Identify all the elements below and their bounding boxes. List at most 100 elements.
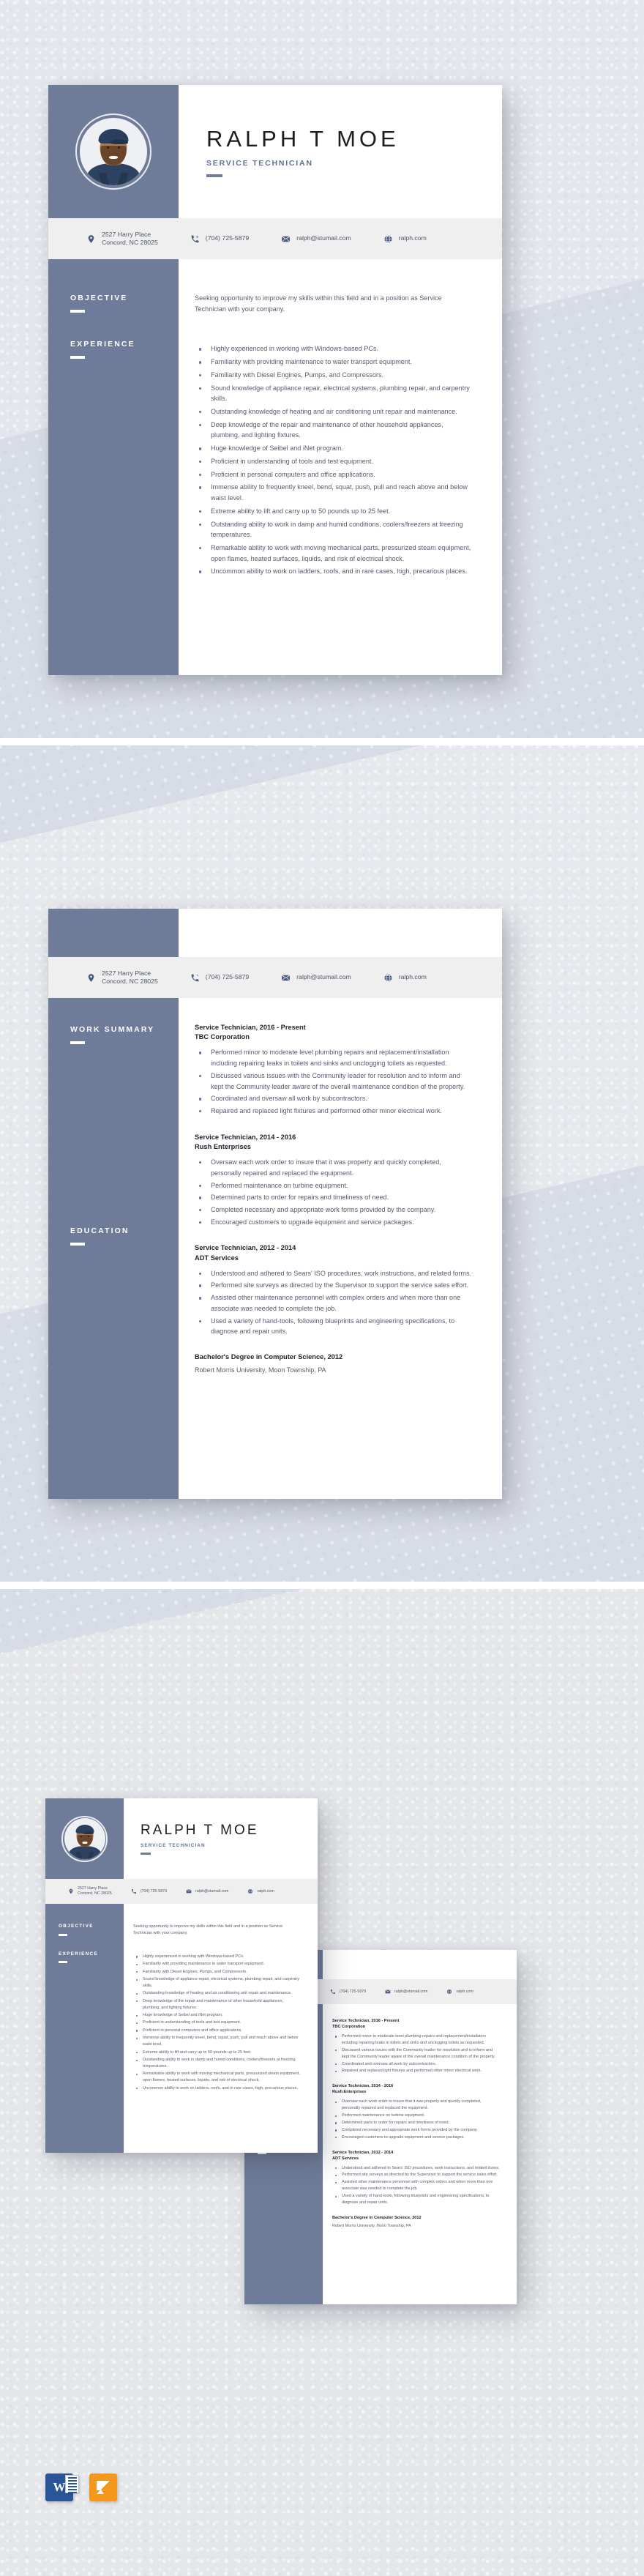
- contact-address-text: 2527 Harry Place Concord, NC 28025: [102, 969, 158, 986]
- list-item: Sound knowledge of appliance repair, ele…: [133, 1976, 302, 1989]
- experience-bullet-list: Highly experienced in working with Windo…: [195, 343, 473, 577]
- address-line-1: 2527 Harry Place: [102, 969, 151, 977]
- contact-website-text: ralph.com: [257, 1888, 274, 1894]
- list-item: Outstanding knowledge of heating and air…: [195, 406, 473, 417]
- education-school: Robert Morris University, Moon Township,…: [332, 2223, 411, 2228]
- list-item: Performed minor to moderate level plumbi…: [195, 1047, 473, 1068]
- contact-item-phone[interactable]: (704) 725-5879: [330, 1989, 366, 1995]
- list-item: Performed minor to moderate level plumbi…: [332, 2033, 501, 2047]
- list-item: Uncommon ability to work on ladders, roo…: [195, 566, 473, 577]
- mockup-resume-page-1: RALPH T MOE SERVICE TECHNICIAN 2527 Harr…: [45, 1798, 318, 2153]
- list-item: Highly experienced in working with Windo…: [133, 1954, 302, 1960]
- contact-item-phone[interactable]: (704) 725-5879: [190, 234, 249, 244]
- section-label-experience: EXPERIENCE: [70, 340, 135, 349]
- job-entry: Service Technician, 2012 - 2014 ADT Serv…: [332, 2151, 501, 2206]
- job-role: Service Technician, 2012 - 2014: [332, 2150, 394, 2155]
- contact-website-text: ralph.com: [398, 973, 427, 981]
- contact-item-email[interactable]: ralph@stumail.com: [186, 1888, 228, 1894]
- pencil-glyph-icon: [94, 2479, 112, 2496]
- job-title-line: Service Technician, 2014 - 2016 Rush Ent…: [332, 2084, 501, 2096]
- contact-address-text: 2527 Harry Place Concord, NC 28025: [102, 231, 158, 247]
- job-company: ADT Services: [332, 2156, 359, 2161]
- section-content: Service Technician, 2016 - Present TBC C…: [179, 998, 502, 1499]
- contact-bar: 2527 Harry Place Concord, NC 28025 (704)…: [48, 218, 502, 259]
- contact-item-email[interactable]: ralph@stumail.com: [281, 234, 351, 244]
- ms-word-icon[interactable]: W: [45, 2473, 79, 2501]
- list-item: Completed necessary and appropriate work…: [195, 1205, 473, 1216]
- contact-bar: 2527 Harry Place Concord, NC 28025 (704)…: [48, 957, 502, 998]
- location-pin-icon: [86, 234, 96, 244]
- section-rail: OBJECTIVE EXPERIENCE: [45, 1904, 124, 2153]
- photo-panel: [48, 85, 179, 218]
- list-item: Familiarity with Diesel Engines, Pumps, …: [133, 1969, 302, 1976]
- list-item: Performed site surveys as directed by th…: [332, 2172, 501, 2178]
- contact-item-website[interactable]: ralph.com: [247, 1888, 274, 1894]
- contact-item-address[interactable]: 2527 Harry Place Concord, NC 28025: [86, 969, 158, 986]
- header-blank-panel: [323, 1950, 517, 1979]
- section-label-education: EDUCATION: [70, 1226, 130, 1236]
- list-item: Encouraged customers to upgrade equipmen…: [332, 2134, 501, 2141]
- objective-text: Seeking opportunity to improve my skills…: [133, 1924, 283, 1935]
- name-panel: RALPH T MOE SERVICE TECHNICIAN: [124, 1798, 318, 1879]
- job-bullet-list: Oversaw each work order to insure that i…: [332, 2099, 501, 2140]
- contact-item-website[interactable]: ralph.com: [383, 234, 427, 244]
- list-item: Familiarity with Diesel Engines, Pumps, …: [195, 370, 473, 381]
- contact-address-text: 2527 Harry Place Concord, NC 28025: [78, 1886, 112, 1896]
- list-item: Familiarity with providing maintenance t…: [195, 357, 473, 368]
- contact-item-website[interactable]: ralph.com: [446, 1989, 473, 1995]
- list-item: Deep knowledge of the repair and mainten…: [133, 1998, 302, 2011]
- contact-email-text: ralph@stumail.com: [296, 234, 351, 242]
- contact-item-email[interactable]: ralph@stumail.com: [385, 1989, 427, 1995]
- job-role: Service Technician, 2016 - Present: [195, 1024, 306, 1031]
- job-company: TBC Corporation: [195, 1033, 250, 1041]
- list-item: Remarkable ability to work with moving m…: [195, 543, 473, 564]
- job-bullet-list: Understood and adhered to Sears' ISO pro…: [332, 2165, 501, 2206]
- list-item: Assisted other maintenance personnel wit…: [195, 1292, 473, 1314]
- contact-item-phone[interactable]: (704) 725-5879: [190, 973, 249, 983]
- contact-item-email[interactable]: ralph@stumail.com: [281, 973, 351, 983]
- avatar: [80, 118, 147, 185]
- job-bullet-list: Oversaw each work order to insure that i…: [195, 1157, 473, 1227]
- list-item: Performed maintenance on turbine equipme…: [195, 1180, 473, 1191]
- job-title-line: Service Technician, 2016 - Present TBC C…: [195, 1023, 473, 1042]
- job-bullet-list: Performed minor to moderate level plumbi…: [332, 2033, 501, 2074]
- list-item: Proficient in personal computers and off…: [195, 469, 473, 480]
- list-item: Highly experienced in working with Windo…: [195, 343, 473, 354]
- job-bullet-list: Performed minor to moderate level plumbi…: [195, 1047, 473, 1116]
- contact-item-phone[interactable]: (704) 725-5879: [131, 1888, 167, 1894]
- job-role: Service Technician, 2016 - Present: [332, 2019, 400, 2023]
- full-name: RALPH T MOE: [206, 126, 400, 152]
- contact-email-text: ralph@stumail.com: [195, 1888, 229, 1894]
- job-role: Service Technician, 2012 - 2014: [195, 1244, 296, 1252]
- contact-email-text: ralph@stumail.com: [296, 973, 351, 981]
- list-item: Encouraged customers to upgrade equipmen…: [195, 1217, 473, 1228]
- job-company: Rush Enterprises: [195, 1142, 251, 1150]
- resume-page-1: RALPH T MOE SERVICE TECHNICIAN 2527 Harr…: [48, 85, 502, 675]
- list-item: Extreme ability to lift and carry up to …: [195, 506, 473, 517]
- section-rule-experience: [59, 1961, 67, 1964]
- list-item: Proficient in understanding of tools and…: [195, 456, 473, 467]
- location-pin-icon: [86, 973, 96, 983]
- avatar-ring: [61, 1815, 108, 1862]
- section-content: Seeking opportunity to improve my skills…: [124, 1904, 318, 2153]
- location-pin-icon: [68, 1888, 74, 1894]
- word-letter: W: [53, 2480, 66, 2494]
- education-degree: Bachelor's Degree in Computer Science, 2…: [332, 2215, 422, 2220]
- rail-gap: [59, 1936, 124, 1951]
- section-label-objective: OBJECTIVE: [59, 1924, 94, 1929]
- contact-item-address[interactable]: 2527 Harry Place Concord, NC 28025: [86, 231, 158, 247]
- education-entry: Bachelor's Degree in Computer Science, 2…: [195, 1353, 473, 1374]
- apple-pages-icon[interactable]: [89, 2473, 117, 2501]
- diagonal-accent-bottom: [0, 1587, 644, 1678]
- job-title-line: Service Technician, 2012 - 2014 ADT Serv…: [332, 2151, 501, 2162]
- list-item: Huge knowledge of Seibel and iNet progra…: [195, 443, 473, 454]
- contact-item-website[interactable]: ralph.com: [383, 973, 427, 983]
- contact-item-address[interactable]: 2527 Harry Place Concord, NC 28025: [68, 1886, 112, 1896]
- list-item: Determined parts to order for repairs an…: [195, 1192, 473, 1203]
- contact-phone-text: (704) 725-5879: [205, 234, 250, 242]
- list-item: Oversaw each work order to insure that i…: [195, 1157, 473, 1178]
- job-entry: Service Technician, 2014 - 2016 Rush Ent…: [332, 2084, 501, 2140]
- mockup-header: RALPH T MOE SERVICE TECHNICIAN: [45, 1798, 318, 1879]
- job-entry: Service Technician, 2012 - 2014 ADT Serv…: [195, 1243, 473, 1337]
- address-line-2: Concord, NC 28025: [78, 1891, 112, 1896]
